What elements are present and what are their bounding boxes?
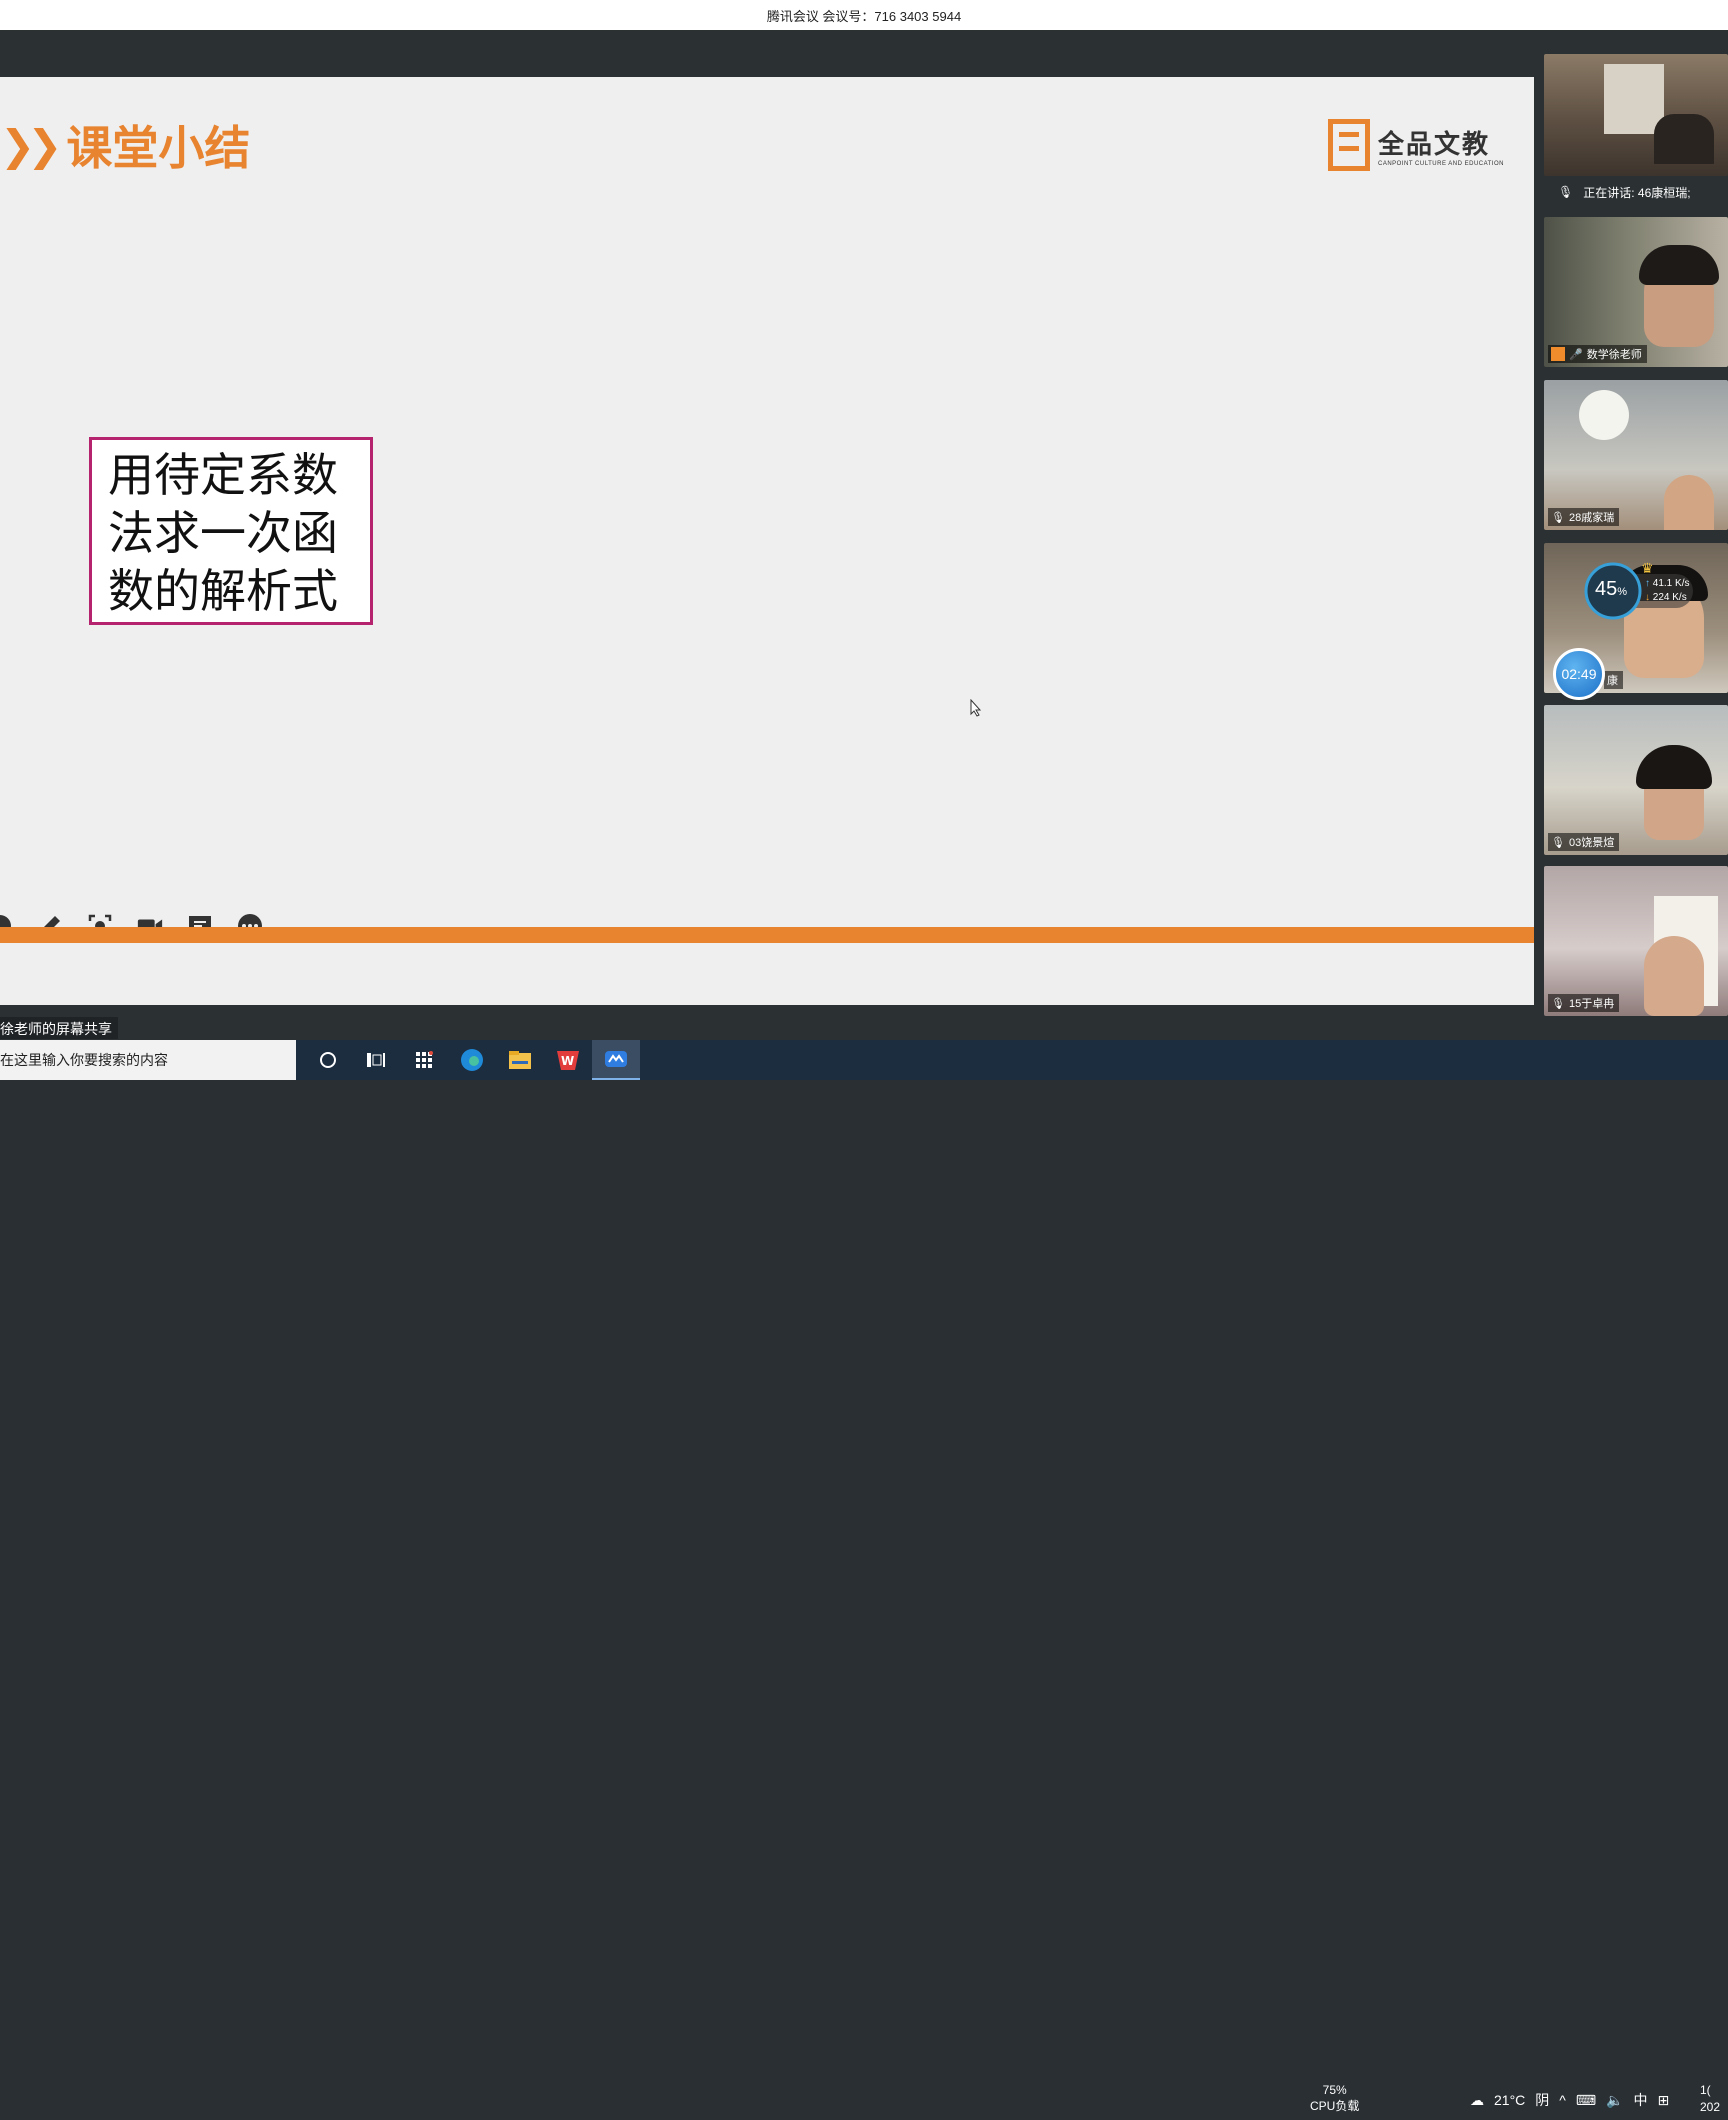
tencent-meeting-icon[interactable] bbox=[592, 1040, 640, 1080]
window-title: 腾讯会议 会议号：716 3403 5944 bbox=[766, 8, 962, 24]
participant-name-tag: 🎙 15于卓冉 bbox=[1548, 994, 1620, 1012]
presentation-slide: ❯❯ 课堂小结 全品文教 CANPOINT CULTURE AND EDUCAT… bbox=[0, 77, 1534, 1005]
hair-shape bbox=[1639, 245, 1719, 285]
cloud-weather-icon[interactable]: ☁ bbox=[1470, 2092, 1484, 2109]
vip-crown-icon: ♛ bbox=[1641, 560, 1654, 576]
upload-speed: ↑ 41.1 K/s bbox=[1645, 578, 1690, 589]
network-speed-widget[interactable]: 45% ↑ 41.1 K/s ↓ 224 K/s ♛ bbox=[1583, 560, 1698, 622]
logo-text-cn: 全品文教 bbox=[1378, 128, 1491, 159]
system-tray: ☁ 21°C 阴 ^ ⌨ 🔈 中 ⊞ bbox=[1470, 2080, 1669, 2120]
video-tile-room[interactable] bbox=[1544, 54, 1728, 176]
hair-shape bbox=[1636, 745, 1712, 789]
chair-shape bbox=[1654, 114, 1714, 164]
taskbar-search-box[interactable]: 在这里输入你要搜索的内容 bbox=[0, 1040, 296, 1080]
video-tile[interactable]: 🎙 15于卓冉 bbox=[1544, 866, 1728, 1016]
window-title-bar: 腾讯会议 会议号：716 3403 5944 bbox=[0, 0, 1728, 30]
participant-name-tag: 🎙 28戚家瑞 bbox=[1548, 508, 1620, 526]
slide-progress-bar bbox=[0, 927, 1534, 943]
search-placeholder: 在这里输入你要搜索的内容 bbox=[0, 1052, 168, 1068]
cpu-load-indicator[interactable]: 75% CPU负载 bbox=[1310, 2082, 1359, 2114]
slide-title: ❯❯ 课堂小结 bbox=[0, 112, 250, 178]
clock-time: 1( bbox=[1700, 2083, 1711, 2097]
keyboard-layout-icon[interactable]: ⊞ bbox=[1658, 2092, 1670, 2109]
face-shape bbox=[1644, 936, 1704, 1016]
summary-line: 数的解析式 bbox=[108, 564, 338, 618]
task-view-icon[interactable] bbox=[352, 1040, 400, 1080]
network-percent: 45% bbox=[1595, 578, 1628, 600]
summary-line: 法求一次函 bbox=[108, 506, 338, 560]
mic-icon: 🎤 bbox=[1569, 348, 1583, 361]
screen-share-label: 徐老师的屏幕共享 bbox=[0, 1017, 118, 1039]
file-explorer-icon[interactable] bbox=[496, 1040, 544, 1080]
window-shape bbox=[1604, 64, 1664, 134]
clock-date: 202 bbox=[1700, 2100, 1721, 2114]
speaking-indicator: 🎙 正在讲话: 46康桓瑞; bbox=[1544, 176, 1728, 208]
network-icon[interactable]: ⌨ bbox=[1576, 2092, 1596, 2109]
ime-indicator[interactable]: 中 bbox=[1634, 2090, 1648, 2110]
mic-muted-icon: 🎙 bbox=[1551, 836, 1565, 849]
mic-muted-icon: 🎙 bbox=[1558, 185, 1574, 199]
face-shape bbox=[1664, 475, 1714, 530]
volume-icon[interactable]: 🔈 bbox=[1606, 2092, 1623, 2109]
chevron-up-icon[interactable]: ^ bbox=[1559, 2092, 1566, 2108]
cortana-icon[interactable] bbox=[304, 1040, 352, 1080]
mouse-cursor-icon bbox=[970, 698, 982, 722]
svg-text:W: W bbox=[561, 1054, 574, 1068]
taskbar-clock[interactable]: 1( 202 bbox=[1700, 2082, 1720, 2116]
participant-name-tag: 🎙 03饶景煊 bbox=[1548, 833, 1620, 851]
logo-icon bbox=[1328, 119, 1370, 171]
wps-office-icon[interactable]: W bbox=[544, 1040, 592, 1080]
logo-text-en: CANPOINT CULTURE AND EDUCATION bbox=[1378, 160, 1505, 167]
mic-muted-icon: 🎙 bbox=[1551, 511, 1565, 524]
participant-name-tag: 🎤 数学徐老师 bbox=[1548, 345, 1647, 363]
windows-taskbar: 在这里输入你要搜索的内容 W 75% CPU负载 ☁ 21°C 阴 ^ ⌨ 🔈 … bbox=[0, 1040, 1728, 2114]
participant-panel: 🎙 正在讲话: 46康桓瑞; 🎤 数学徐老师 🎙 28戚家瑞 康 🎙 03饶景煊 bbox=[1534, 30, 1728, 1040]
video-tile[interactable]: 🎙 28戚家瑞 bbox=[1544, 380, 1728, 530]
edge-browser-icon[interactable] bbox=[448, 1040, 496, 1080]
chevron-icon: ❯❯ bbox=[0, 120, 62, 170]
video-tile[interactable]: 🎙 03饶景煊 bbox=[1544, 705, 1728, 855]
download-speed: ↓ 224 K/s bbox=[1645, 592, 1687, 603]
summary-line: 用待定系数 bbox=[108, 448, 338, 502]
shared-screen-area: ❯❯ 课堂小结 全品文教 CANPOINT CULTURE AND EDUCAT… bbox=[0, 30, 1534, 1040]
summary-box: 用待定系数 法求一次函 数的解析式 bbox=[89, 437, 373, 625]
host-icon bbox=[1551, 347, 1565, 361]
weather-desc[interactable]: 阴 bbox=[1535, 2090, 1549, 2110]
speaking-text: 正在讲话: 46康桓瑞; bbox=[1583, 185, 1691, 200]
participant-name-tag: 康 bbox=[1604, 671, 1623, 689]
brand-logo: 全品文教 CANPOINT CULTURE AND EDUCATION bbox=[1328, 119, 1504, 171]
app-grid-icon[interactable] bbox=[400, 1040, 448, 1080]
video-tile[interactable]: 🎤 数学徐老师 bbox=[1544, 217, 1728, 367]
recording-timer[interactable]: 02:49 bbox=[1553, 648, 1605, 700]
weather-temp[interactable]: 21°C bbox=[1494, 2092, 1525, 2108]
mic-muted-icon: 🎙 bbox=[1551, 997, 1565, 1010]
slide-title-text: 课堂小结 bbox=[66, 121, 251, 175]
ceiling-light-shape bbox=[1579, 390, 1629, 440]
